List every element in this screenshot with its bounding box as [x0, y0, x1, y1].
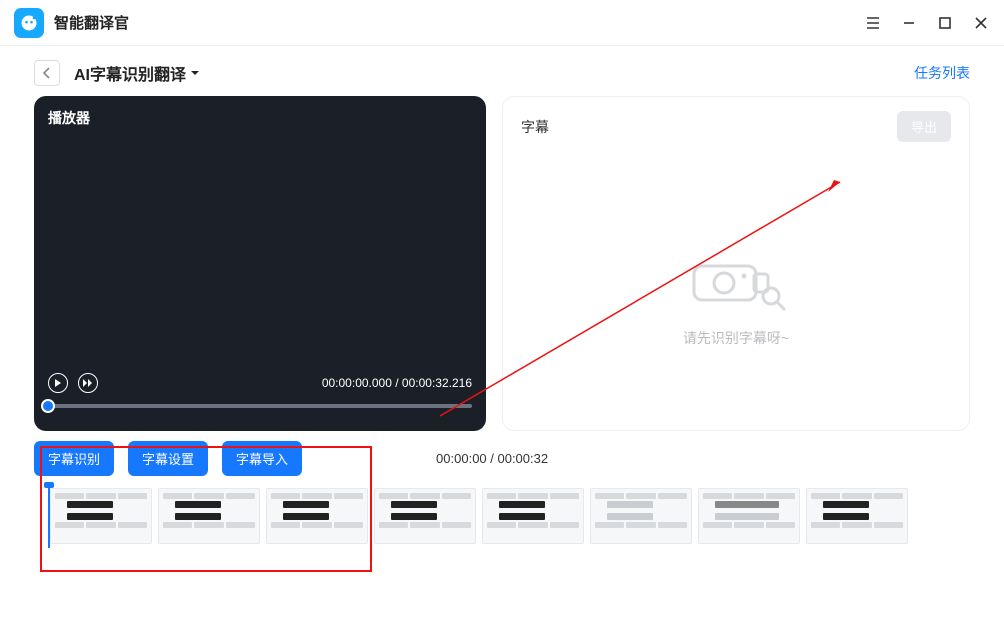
progress-bar[interactable]: [48, 403, 472, 409]
breadcrumb-left: AI字幕识别翻译: [34, 60, 200, 86]
page-title: AI字幕识别翻译: [74, 61, 186, 85]
export-button[interactable]: 导出: [897, 111, 951, 142]
back-button[interactable]: [34, 60, 60, 86]
player-viewport: [34, 140, 486, 373]
fast-forward-button[interactable]: [78, 373, 98, 393]
minimize-button[interactable]: [900, 14, 918, 32]
player-time: 00:00:00.000 / 00:00:32.216: [322, 376, 472, 390]
timeline-frame[interactable]: [50, 488, 152, 544]
timeline-frame[interactable]: [374, 488, 476, 544]
progress-handle[interactable]: [41, 399, 55, 413]
maximize-icon: [938, 16, 952, 30]
total-time: 00:00:32.216: [402, 376, 472, 390]
breadcrumb-bar: AI字幕识别翻译 任务列表: [0, 46, 1004, 96]
play-icon: [54, 379, 62, 387]
window-controls: [864, 14, 990, 32]
subtitle-title: 字幕: [521, 117, 549, 137]
caret-down-icon: [190, 68, 200, 78]
menu-button[interactable]: [864, 14, 882, 32]
fast-forward-icon: [83, 379, 93, 387]
app-logo: [14, 8, 44, 38]
progress-track: [48, 404, 472, 408]
subtitle-panel: 字幕 导出 请先识别字幕呀~: [502, 96, 970, 431]
play-button[interactable]: [48, 373, 68, 393]
timeline-time: 00:00:00 / 00:00:32: [436, 451, 548, 466]
titlebar-left: 智能翻译官: [14, 8, 129, 38]
timeline-frame[interactable]: [266, 488, 368, 544]
subtitle-header: 字幕 导出: [503, 97, 969, 156]
maximize-button[interactable]: [936, 14, 954, 32]
hamburger-icon: [865, 15, 881, 31]
subtitle-action-row: 字幕识别 字幕设置 字幕导入 00:00:00 / 00:00:32: [34, 441, 970, 476]
close-icon: [974, 16, 988, 30]
import-button[interactable]: 字幕导入: [222, 441, 302, 476]
chevron-left-icon: [42, 67, 52, 79]
empty-text: 请先识别字幕呀~: [683, 328, 789, 348]
timeline-frame[interactable]: [482, 488, 584, 544]
timeline-thumbnails: [50, 488, 970, 544]
timeline-playhead[interactable]: [48, 484, 50, 548]
timeline-frame[interactable]: [698, 488, 800, 544]
settings-button[interactable]: 字幕设置: [128, 441, 208, 476]
app-title: 智能翻译官: [54, 12, 129, 33]
timeline-frame[interactable]: [806, 488, 908, 544]
robot-icon: [19, 13, 39, 33]
title-bar: 智能翻译官: [0, 0, 1004, 46]
minimize-icon: [902, 16, 916, 30]
projector-icon: [676, 238, 796, 318]
timeline-frame[interactable]: [158, 488, 260, 544]
recognize-button[interactable]: 字幕识别: [34, 441, 114, 476]
current-time: 00:00:00.000: [322, 376, 392, 390]
player-controls: 00:00:00.000 / 00:00:32.216: [34, 373, 486, 431]
subtitle-empty-state: 请先识别字幕呀~: [503, 156, 969, 430]
bottom-area: 字幕识别 字幕设置 字幕导入 00:00:00 / 00:00:32: [0, 431, 1004, 544]
player-panel: 播放器 00:00:00.000 / 00:00:32.216: [34, 96, 486, 431]
timeline[interactable]: [34, 488, 970, 544]
task-list-link[interactable]: 任务列表: [914, 63, 970, 83]
close-button[interactable]: [972, 14, 990, 32]
player-title: 播放器: [34, 96, 486, 140]
timeline-frame[interactable]: [590, 488, 692, 544]
main-content: 播放器 00:00:00.000 / 00:00:32.216: [0, 96, 1004, 431]
page-title-dropdown[interactable]: AI字幕识别翻译: [74, 61, 200, 85]
